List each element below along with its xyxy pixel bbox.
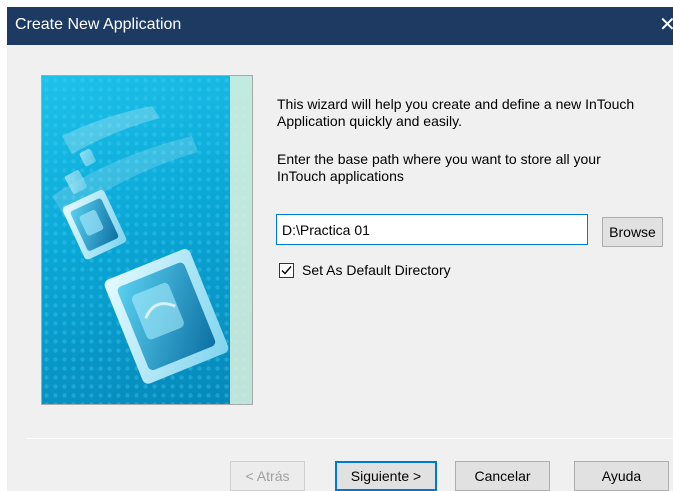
next-button[interactable]: Siguiente > [335,461,437,491]
default-directory-checkbox-row[interactable]: Set As Default Directory [279,261,451,279]
footer-separator [27,438,673,439]
help-button[interactable]: Ayuda [574,461,669,491]
default-directory-checkbox[interactable] [279,262,294,278]
wizard-client-area: This wizard will help you create and def… [7,45,673,491]
cancel-button[interactable]: Cancelar [455,461,550,491]
back-button[interactable]: < Atrás [230,461,305,491]
default-directory-label: Set As Default Directory [302,262,451,278]
path-prompt-text: Enter the base path where you want to st… [277,151,601,184]
base-path-input[interactable] [276,214,588,245]
checkmark-icon [281,265,292,275]
browse-button[interactable]: Browse [602,217,663,247]
intouch-wizard-graphic-icon [42,76,252,404]
close-icon[interactable]: ✕ [659,14,673,36]
wizard-graphic-image [41,75,253,405]
window-title: Create New Application [15,16,182,33]
title-bar: Create New Application ✕ [7,7,673,45]
intro-text: This wizard will help you create and def… [277,96,635,129]
